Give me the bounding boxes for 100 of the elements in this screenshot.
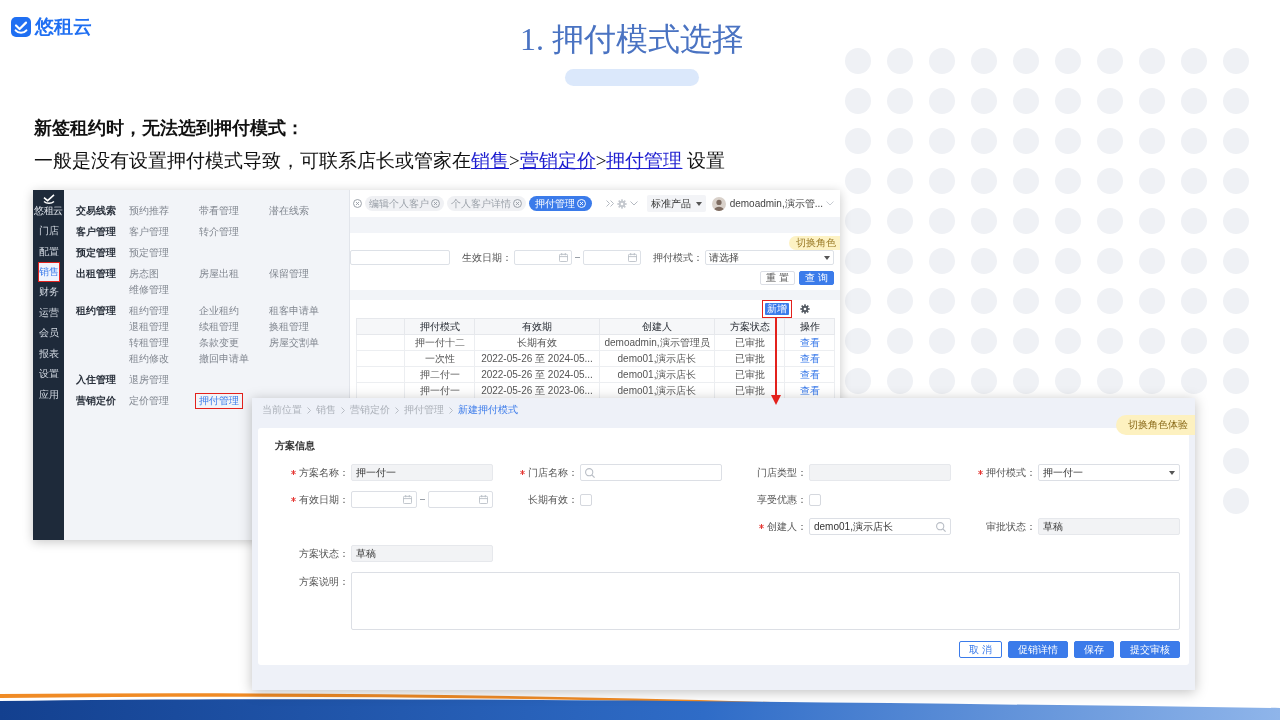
- menu-item[interactable]: 房态图: [129, 268, 159, 280]
- sidebar-item[interactable]: 配置: [33, 241, 64, 263]
- calendar-icon: [628, 253, 637, 262]
- menu-path-link[interactable]: 销售: [471, 150, 509, 171]
- double-chevron-icon[interactable]: [605, 200, 614, 207]
- query-button[interactable]: 查 询: [799, 271, 834, 285]
- menu-item[interactable]: 预约推荐: [129, 205, 169, 217]
- menu-group-title: 租约管理: [76, 304, 116, 318]
- menu-item[interactable]: 房屋交割单: [269, 337, 319, 349]
- menu-item[interactable]: 带看管理: [199, 205, 239, 217]
- menu-item[interactable]: 租约修改: [129, 353, 169, 365]
- menu-path-link[interactable]: 押付管理: [606, 150, 683, 171]
- table-cell: 押二付一: [404, 366, 475, 383]
- search-field[interactable]: demo01,演示店长: [809, 518, 951, 535]
- action-button[interactable]: 保存: [1074, 641, 1114, 658]
- sidebar-item[interactable]: 财务: [33, 281, 64, 303]
- page-tab[interactable]: 个人客户详情: [447, 196, 526, 211]
- menu-item[interactable]: 租客申请单: [269, 305, 319, 317]
- table-cell: 已审批: [714, 334, 785, 351]
- checkbox[interactable]: [580, 493, 592, 506]
- breadcrumb-item[interactable]: 押付管理: [404, 404, 444, 416]
- menu-item[interactable]: 条款变更: [199, 337, 239, 349]
- menu-item[interactable]: 客户管理: [129, 226, 169, 238]
- table-cell: 2022-05-26 至 2024-05...: [474, 350, 600, 367]
- close-icon[interactable]: [431, 199, 440, 208]
- date-field[interactable]: [428, 491, 493, 508]
- menu-item[interactable]: 退租管理: [129, 321, 169, 333]
- date-field[interactable]: [514, 250, 572, 265]
- field-label: 方案说明：: [299, 576, 349, 588]
- add-button[interactable]: 新增: [765, 303, 789, 315]
- close-icon[interactable]: [353, 199, 362, 208]
- menu-item[interactable]: 退房管理: [129, 374, 169, 386]
- menu-group-title: 客户管理: [76, 225, 116, 239]
- date-field[interactable]: [583, 250, 641, 265]
- sidebar-item[interactable]: 运营: [33, 302, 64, 323]
- menu-item[interactable]: 押付管理: [198, 395, 239, 407]
- chevron-right-icon: [449, 406, 453, 414]
- sidebar-item[interactable]: 销售: [38, 263, 59, 281]
- action-button[interactable]: 提交审核: [1120, 641, 1180, 658]
- page-tab[interactable]: 押付管理: [529, 196, 592, 211]
- menu-item[interactable]: 转介管理: [199, 226, 239, 238]
- checkbox[interactable]: [809, 493, 821, 506]
- date-field[interactable]: [351, 491, 417, 508]
- menu-item[interactable]: 转租管理: [129, 337, 169, 349]
- logo-text: 悠租云: [35, 16, 92, 38]
- menu-item[interactable]: 房屋出租: [199, 268, 239, 280]
- select-field[interactable]: 请选择: [705, 250, 834, 265]
- caret-down-icon: [695, 201, 702, 206]
- table-cell: demoadmin,演示管理员: [599, 334, 715, 351]
- menu-item[interactable]: 潜在线索: [269, 205, 309, 217]
- menu-item[interactable]: 维修管理: [129, 284, 169, 296]
- slide-title: 1. 押付模式选择: [520, 20, 744, 59]
- field-label: 门店类型：: [757, 466, 807, 479]
- menu-item[interactable]: 预定管理: [129, 247, 169, 259]
- menu-path-link[interactable]: 营销定价: [519, 150, 596, 171]
- close-icon[interactable]: [513, 199, 522, 208]
- menu-item[interactable]: 定价管理: [129, 395, 169, 407]
- product-select[interactable]: 标准产品: [646, 195, 706, 212]
- filter-label: 押付模式：: [653, 250, 703, 265]
- sidebar-item[interactable]: 门店: [33, 221, 64, 242]
- caret-down-icon: [824, 255, 830, 260]
- cancel-button[interactable]: 取 消: [959, 641, 1002, 658]
- chevron-right-icon: [341, 406, 345, 414]
- chevron-down-icon[interactable]: [629, 201, 638, 206]
- page-tab[interactable]: 编辑个人客户: [365, 196, 444, 211]
- user-name[interactable]: demoadmin,演示管...: [729, 196, 823, 211]
- sidebar-item[interactable]: 应用: [33, 384, 64, 406]
- menu-item[interactable]: 换租管理: [269, 321, 309, 333]
- gear-icon[interactable]: [800, 304, 810, 314]
- menu-item[interactable]: 租约管理: [129, 305, 169, 317]
- chevron-down-icon[interactable]: [826, 201, 834, 206]
- menu-group-title: 预定管理: [76, 246, 116, 260]
- section-title: 方案信息: [275, 440, 315, 452]
- search-field[interactable]: [580, 464, 722, 481]
- sidebar-item[interactable]: 会员: [33, 322, 64, 344]
- menu-item[interactable]: 企业租约: [199, 305, 239, 317]
- menu-group-title: 入住管理: [76, 373, 116, 387]
- field-label: 享受优惠：: [757, 493, 807, 506]
- menu-item[interactable]: 续租管理: [199, 321, 239, 333]
- role-switch-button[interactable]: 切换角色体验: [1116, 415, 1195, 435]
- search-icon: [936, 521, 946, 532]
- breadcrumb-item[interactable]: 销售: [316, 404, 336, 416]
- logo-icon: [11, 17, 31, 37]
- textarea-field[interactable]: [351, 572, 1180, 630]
- menu-item[interactable]: 撤回申请单: [199, 353, 249, 365]
- table-cell: 长期有效: [474, 334, 600, 351]
- reset-button[interactable]: 重 置: [760, 271, 796, 285]
- table-cell: 已审批: [714, 366, 785, 383]
- sidebar-item[interactable]: 设置: [33, 364, 64, 385]
- column-header: 有效期: [474, 318, 600, 335]
- action-button[interactable]: 促销详情: [1008, 641, 1068, 658]
- menu-item[interactable]: 保留管理: [269, 268, 309, 280]
- role-switch-button[interactable]: 切换角色: [789, 236, 840, 250]
- sidebar-item[interactable]: 报表: [33, 343, 64, 365]
- select-field[interactable]: 押一付一: [1038, 464, 1180, 481]
- column-header: 方案状态: [714, 318, 785, 335]
- input-field[interactable]: [350, 250, 450, 265]
- field-label: 押付模式：: [986, 466, 1036, 479]
- section-heading: 新签租约时，无法选到押付模式：: [34, 117, 304, 140]
- menu-group-title: 营销定价: [76, 394, 116, 408]
